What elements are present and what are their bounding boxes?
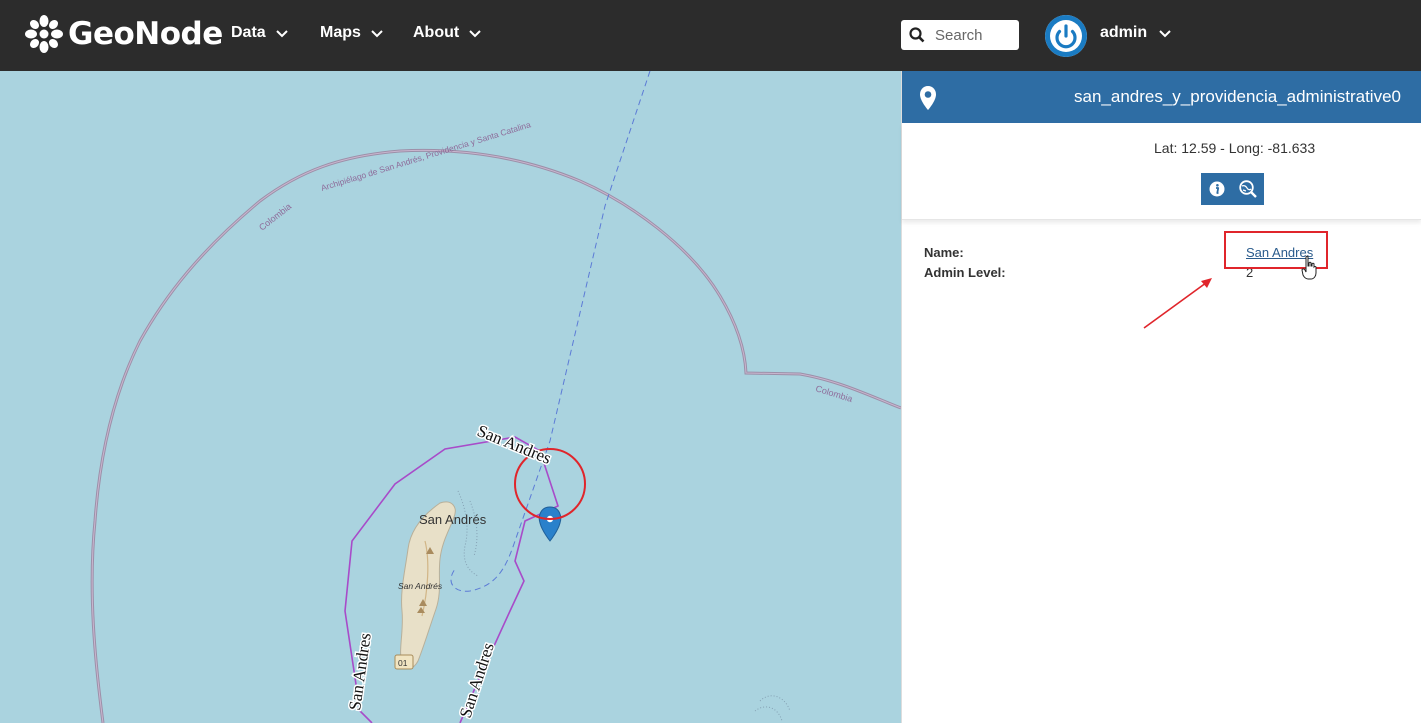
nav-about-label: About <box>413 24 460 41</box>
annotation-arrow-icon <box>1143 278 1212 329</box>
label-boundary-right: San Andres <box>456 640 498 720</box>
attribute-row-name: Name: San Andres <box>924 245 1404 265</box>
location-pin-icon <box>920 86 936 110</box>
feature-tool-group <box>1201 173 1264 205</box>
user-menu[interactable]: admin <box>1100 24 1171 42</box>
map-marker-icon[interactable] <box>538 506 562 542</box>
info-icon <box>1209 181 1224 197</box>
map-viewport[interactable]: Colombia Archipiélago de San Andrés, Pro… <box>0 71 901 723</box>
user-name-label: admin <box>1100 24 1148 41</box>
chevron-down-icon <box>371 30 383 38</box>
admin-boundary <box>344 436 559 723</box>
panel-header: san_andres_y_providencia_administrative0 <box>902 71 1421 123</box>
map-canvas[interactable]: Colombia Archipiélago de San Andrés, Pro… <box>0 71 901 723</box>
zoom-to-feature-button[interactable] <box>1232 173 1263 205</box>
zoom-to-feature-icon <box>1238 180 1257 198</box>
label-road-shield: 01 <box>398 658 408 668</box>
nav-data-label: Data <box>231 24 266 41</box>
geonode-logo[interactable]: GeoNode <box>24 12 223 56</box>
hand-cursor-icon <box>1301 255 1317 280</box>
avatar[interactable] <box>1045 15 1087 57</box>
label-colombia-1: Colombia <box>257 201 293 232</box>
nav-data-menu[interactable]: Data <box>231 24 288 42</box>
power-avatar-icon <box>1045 15 1087 57</box>
info-button[interactable] <box>1201 173 1232 205</box>
label-island-name: San Andrés <box>419 512 487 527</box>
chevron-down-icon <box>1159 30 1171 38</box>
search-box[interactable] <box>901 20 1019 50</box>
layer-title: san_andres_y_providencia_administrative0 <box>1074 87 1401 106</box>
nav-maps-label: Maps <box>320 24 361 41</box>
search-icon <box>909 27 925 43</box>
label-island-small: San Andrés <box>398 581 443 591</box>
chevron-down-icon <box>275 30 288 38</box>
attribute-label: Name: <box>924 245 964 260</box>
top-navbar: GeoNode Data Maps About admin <box>0 0 1421 71</box>
nav-about-menu[interactable]: About <box>413 24 481 42</box>
label-boundary-top: San Andres <box>475 421 554 468</box>
feature-info-panel: san_andres_y_providencia_administrative0… <box>901 71 1421 723</box>
nav-maps-menu[interactable]: Maps <box>320 24 383 42</box>
geonode-flower-icon <box>25 15 63 53</box>
brand-name: GeoNode <box>68 16 223 52</box>
reef-dots <box>457 490 791 722</box>
coordinates-section: Lat: 12.59 - Long: -81.633 <box>902 123 1421 220</box>
search-input[interactable] <box>935 26 1015 44</box>
chevron-down-icon <box>469 30 481 38</box>
coordinates-text: Lat: 12.59 - Long: -81.633 <box>1154 140 1316 156</box>
